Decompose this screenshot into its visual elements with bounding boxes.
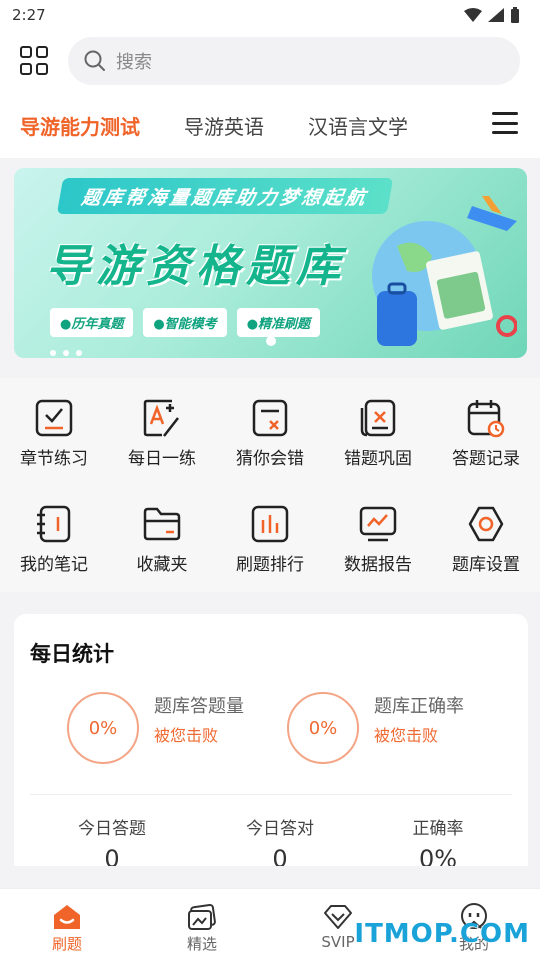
daily-stats-title: 每日统计 bbox=[30, 642, 114, 666]
metric-value: 0 bbox=[272, 845, 288, 866]
stats-divider bbox=[30, 794, 512, 795]
metric-label: 正确率 bbox=[412, 819, 464, 839]
wifi-icon bbox=[464, 8, 482, 22]
wrong-doc-icon bbox=[252, 399, 288, 437]
metric-label: 今日答题 bbox=[78, 819, 146, 839]
feature-chapter-practice[interactable]: 章节练习 bbox=[4, 398, 104, 469]
feature-label: 收藏夹 bbox=[136, 555, 188, 575]
feature-bank-settings[interactable]: 题库设置 bbox=[436, 504, 536, 575]
tab-chinese-literature[interactable]: 汉语言文学 bbox=[308, 111, 408, 140]
top-bar: 搜索 bbox=[0, 30, 540, 92]
battery-icon bbox=[511, 7, 519, 23]
status-bar: 2:27 bbox=[0, 0, 540, 30]
banner-decor-dots bbox=[50, 350, 82, 356]
banner-title: 导游资格题库 bbox=[46, 241, 346, 292]
gear-icon bbox=[468, 506, 504, 542]
metric-today-correct: 今日答对 0 bbox=[220, 814, 340, 866]
calendar-clock-icon bbox=[467, 400, 505, 438]
feature-label: 猜你会错 bbox=[236, 449, 304, 469]
wrong-book-icon bbox=[360, 399, 396, 437]
feature-label: 章节练习 bbox=[20, 449, 88, 469]
menu-icon[interactable] bbox=[492, 112, 518, 134]
category-tabs: 导游能力测试 导游英语 汉语言文学 bbox=[0, 92, 540, 158]
nav-label: 刷题 bbox=[51, 935, 82, 953]
metric-value: 0 bbox=[104, 845, 120, 866]
monitor-chart-icon bbox=[359, 506, 397, 542]
search-placeholder: 搜索 bbox=[116, 52, 152, 73]
bottom-nav: 刷题 精选 SVIP 我的 ITMOP.COM bbox=[0, 888, 540, 960]
metric-value: 0% bbox=[418, 845, 458, 866]
feature-daily-practice[interactable]: 每日一练 bbox=[112, 398, 212, 469]
daily-stats-card: 每日统计 0% 题库答题量 被您击败 0% 题库正确率 被您击败 今日答题 0 … bbox=[14, 614, 528, 866]
banner-tag: ●智能模考 bbox=[143, 308, 227, 337]
notebook-icon bbox=[37, 505, 71, 543]
accuracy-sub: 被您击败 bbox=[374, 726, 439, 745]
nav-label: 精选 bbox=[186, 935, 217, 953]
diamond-icon bbox=[324, 905, 352, 929]
bar-chart-icon bbox=[251, 505, 289, 543]
feature-label: 错题巩固 bbox=[344, 449, 412, 469]
status-icons bbox=[464, 7, 520, 23]
answer-volume-ring: 0% bbox=[67, 692, 139, 764]
tab-guide-ability[interactable]: 导游能力测试 bbox=[20, 111, 140, 140]
answer-volume-sub: 被您击败 bbox=[154, 726, 219, 745]
watermark: ITMOP.COM bbox=[354, 919, 530, 949]
feature-label: 每日一练 bbox=[128, 449, 196, 469]
feature-label: 数据报告 bbox=[344, 555, 412, 575]
feature-favorites[interactable]: 收藏夹 bbox=[112, 504, 212, 575]
feature-guess-wrong[interactable]: 猜你会错 bbox=[220, 398, 320, 469]
accuracy-ring: 0% bbox=[287, 692, 359, 764]
feature-label: 答题记录 bbox=[452, 449, 520, 469]
banner-ribbon: 题库帮海量题库助力梦想起航 bbox=[56, 178, 394, 214]
nav-practice[interactable]: 刷题 bbox=[27, 903, 107, 954]
feature-label: 刷题排行 bbox=[236, 555, 304, 575]
search-input[interactable]: 搜索 bbox=[68, 37, 520, 85]
promo-banner[interactable]: 题库帮海量题库助力梦想起航 导游资格题库 ●历年真题 ●智能模考 ●精准刷题 bbox=[14, 168, 527, 358]
metric-label: 今日答对 bbox=[246, 819, 314, 839]
travel-globe-illustration bbox=[372, 196, 517, 346]
feature-label: 题库设置 bbox=[452, 555, 520, 575]
accuracy-label: 题库正确率 bbox=[374, 696, 464, 717]
banner-tags: ●历年真题 ●智能模考 ●精准刷题 bbox=[50, 308, 321, 337]
photo-cards-icon bbox=[188, 903, 216, 930]
search-icon bbox=[84, 50, 105, 71]
feature-data-report[interactable]: 数据报告 bbox=[328, 504, 428, 575]
feature-label: 我的笔记 bbox=[20, 555, 88, 575]
tab-guide-english[interactable]: 导游英语 bbox=[184, 111, 264, 140]
feature-answer-record[interactable]: 答题记录 bbox=[436, 398, 536, 469]
banner-tag: ●精准刷题 bbox=[236, 308, 321, 337]
feature-ranking[interactable]: 刷题排行 bbox=[220, 504, 320, 575]
answer-volume-label: 题库答题量 bbox=[154, 696, 244, 717]
banner-section: 题库帮海量题库助力梦想起航 导游资格题库 ●历年真题 ●智能模考 ●精准刷题 bbox=[0, 158, 540, 376]
feature-wrong-review[interactable]: 错题巩固 bbox=[328, 398, 428, 469]
status-time: 2:27 bbox=[12, 6, 46, 24]
home-icon bbox=[54, 905, 80, 929]
banner-tag: ●历年真题 bbox=[50, 308, 134, 337]
carousel-indicator[interactable] bbox=[266, 336, 276, 346]
apps-grid-icon[interactable] bbox=[20, 46, 50, 76]
folder-icon bbox=[143, 507, 181, 541]
feature-my-notes[interactable]: 我的笔记 bbox=[4, 504, 104, 575]
checklist-icon bbox=[35, 399, 73, 437]
edit-a-icon bbox=[143, 399, 179, 437]
metric-today-answered: 今日答题 0 bbox=[52, 814, 172, 866]
signal-icon bbox=[488, 8, 504, 22]
metric-accuracy: 正确率 0% bbox=[378, 814, 498, 866]
nav-featured[interactable]: 精选 bbox=[162, 903, 242, 954]
feature-grid: 章节练习 每日一练 猜你会错 错题巩固 答题记录 我的笔记 收藏夹 刷题排行 数… bbox=[0, 378, 540, 592]
